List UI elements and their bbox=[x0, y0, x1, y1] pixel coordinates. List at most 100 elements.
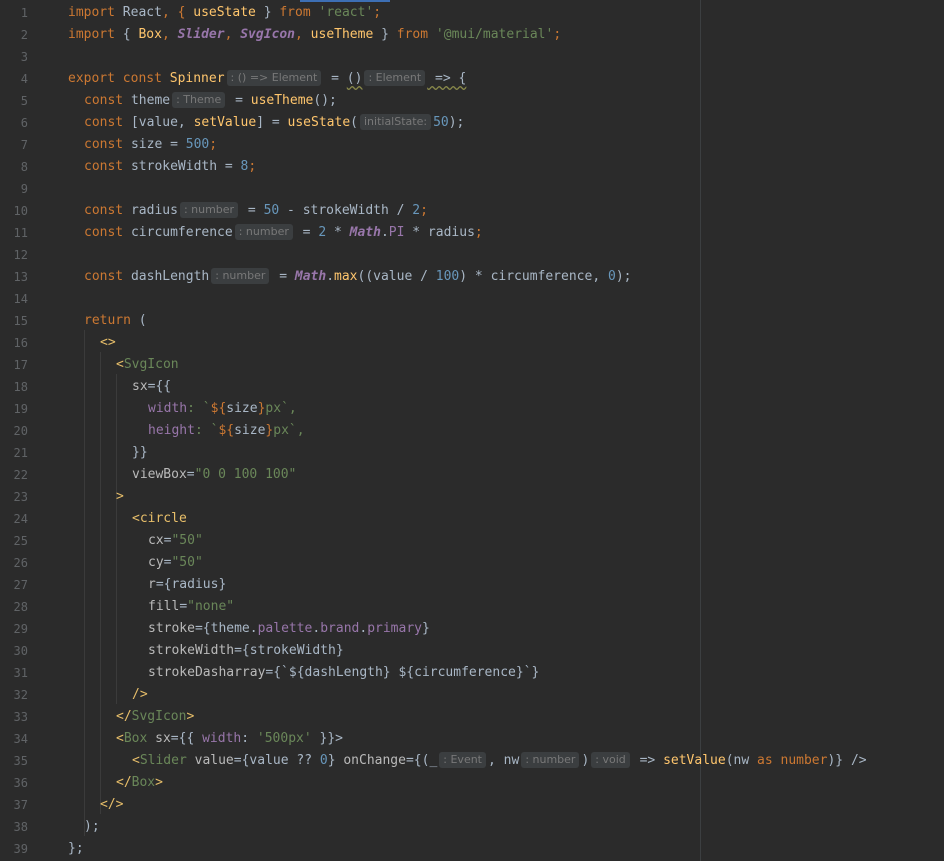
code-line-18[interactable]: sx={{ bbox=[132, 376, 171, 398]
code-line-8[interactable]: const strokeWidth = 8; bbox=[84, 156, 256, 178]
line-number[interactable]: 13 bbox=[0, 266, 28, 288]
token: strokeWidth / bbox=[302, 203, 413, 218]
code-line-11[interactable]: const circumference: number = 2 * Math.P… bbox=[84, 222, 483, 244]
line-number[interactable]: 10 bbox=[0, 200, 28, 222]
line-number[interactable]: 23 bbox=[0, 486, 28, 508]
line-number[interactable]: 39 bbox=[0, 838, 28, 860]
indent-guide bbox=[84, 330, 85, 836]
token: => { bbox=[427, 71, 467, 86]
code-line-26[interactable]: cy="50" bbox=[148, 552, 203, 574]
line-number[interactable]: 16 bbox=[0, 332, 28, 354]
line-number[interactable]: 33 bbox=[0, 706, 28, 728]
token: - bbox=[279, 203, 303, 218]
token: () bbox=[346, 71, 363, 86]
code-line-35[interactable]: <Slider value={value ?? 0} onChange={(_:… bbox=[132, 750, 867, 772]
code-editor[interactable]: 1 2 3 4 5 6 7 8 9 10 11 12 13 14 15 16 17 18 19 20 21 22 23 24 2… bbox=[0, 0, 944, 861]
line-number[interactable]: 37 bbox=[0, 794, 28, 816]
token: ) * circumference, bbox=[459, 269, 608, 284]
line-number[interactable]: 19 bbox=[0, 398, 28, 420]
code-line-5[interactable]: const theme: Theme = useTheme(); bbox=[84, 90, 337, 112]
code-line-24[interactable]: <circle bbox=[132, 508, 187, 530]
token: setValue bbox=[193, 115, 257, 130]
token: = bbox=[179, 599, 188, 614]
line-number[interactable]: 25 bbox=[0, 530, 28, 552]
code-line-39[interactable]: }; bbox=[68, 838, 84, 860]
line-number[interactable]: 28 bbox=[0, 596, 28, 618]
code-line-36[interactable]: </Box> bbox=[116, 772, 163, 794]
code-line-27[interactable]: r={radius} bbox=[148, 574, 226, 596]
code-line-19[interactable]: width: `${size}px`, bbox=[148, 398, 297, 420]
line-number[interactable]: 35 bbox=[0, 750, 28, 772]
code-line-37[interactable]: </> bbox=[100, 794, 123, 816]
line-number[interactable]: 3 bbox=[0, 46, 28, 68]
token: stroke bbox=[148, 621, 195, 636]
code-line-30[interactable]: strokeWidth={strokeWidth} bbox=[148, 640, 344, 662]
token: from bbox=[396, 27, 436, 42]
line-number[interactable]: 14 bbox=[0, 288, 28, 310]
token: px bbox=[273, 423, 289, 438]
code-line-23[interactable]: > bbox=[116, 486, 124, 508]
token: '500px' bbox=[256, 731, 312, 746]
line-number[interactable]: 27 bbox=[0, 574, 28, 596]
line-number[interactable]: 34 bbox=[0, 728, 28, 750]
code-line-22[interactable]: viewBox="0 0 100 100" bbox=[132, 464, 296, 486]
line-number[interactable]: 2 bbox=[0, 24, 28, 46]
token: ((value / bbox=[357, 269, 436, 284]
token: useState bbox=[287, 115, 351, 130]
code-line-38[interactable]: ); bbox=[84, 816, 100, 838]
line-number[interactable]: 24 bbox=[0, 508, 28, 530]
token: . bbox=[359, 621, 368, 636]
code-line-2[interactable]: import { Box, Slider, SvgIcon, useTheme … bbox=[68, 24, 561, 46]
token: ( bbox=[138, 313, 147, 328]
code-line-25[interactable]: cx="50" bbox=[148, 530, 203, 552]
line-number[interactable]: 1 bbox=[0, 2, 28, 24]
token: ={value ?? bbox=[233, 753, 320, 768]
line-number[interactable]: 20 bbox=[0, 420, 28, 442]
token: const bbox=[84, 159, 131, 174]
code-line-20[interactable]: height: `${size}px`, bbox=[148, 420, 305, 442]
code-line-15[interactable]: return ( bbox=[84, 310, 147, 332]
line-number[interactable]: 38 bbox=[0, 816, 28, 838]
token: Math bbox=[294, 269, 327, 284]
line-number[interactable]: 9 bbox=[0, 178, 28, 200]
line-number[interactable]: 8 bbox=[0, 156, 28, 178]
inlay-hint: : void bbox=[591, 752, 630, 768]
line-number[interactable]: 17 bbox=[0, 354, 28, 376]
line-number[interactable]: 26 bbox=[0, 552, 28, 574]
code-line-28[interactable]: fill="none" bbox=[148, 596, 234, 618]
line-number[interactable]: 18 bbox=[0, 376, 28, 398]
token: 'react' bbox=[318, 5, 374, 20]
code-line-6[interactable]: const [value, setValue] = useState(initi… bbox=[84, 112, 464, 134]
code-line-1[interactable]: import React, { useState } from 'react'; bbox=[68, 2, 381, 24]
code-line-16[interactable]: <> bbox=[100, 332, 116, 354]
line-number[interactable]: 11 bbox=[0, 222, 28, 244]
code-line-32[interactable]: /> bbox=[132, 684, 148, 706]
line-number[interactable]: 36 bbox=[0, 772, 28, 794]
line-number[interactable]: 31 bbox=[0, 662, 28, 684]
code-line-34[interactable]: <Box sx={{ width: '500px' }}> bbox=[116, 728, 343, 750]
line-number[interactable]: 21 bbox=[0, 442, 28, 464]
line-number[interactable]: 7 bbox=[0, 134, 28, 156]
token: from bbox=[279, 5, 319, 20]
token: size bbox=[234, 423, 266, 438]
line-number[interactable]: 32 bbox=[0, 684, 28, 706]
code-line-10[interactable]: const radius: number = 50 - strokeWidth … bbox=[84, 200, 428, 222]
code-line-21[interactable]: }} bbox=[132, 442, 148, 464]
line-number[interactable]: 12 bbox=[0, 244, 28, 266]
line-number[interactable]: 29 bbox=[0, 618, 28, 640]
code-line-13[interactable]: const dashLength: number = Math.max((val… bbox=[84, 266, 631, 288]
line-number[interactable]: 30 bbox=[0, 640, 28, 662]
code-line-29[interactable]: stroke={theme.palette.brand.primary} bbox=[148, 618, 430, 640]
line-number[interactable]: 4 bbox=[0, 68, 28, 90]
token: import bbox=[68, 27, 123, 42]
token: import bbox=[68, 5, 123, 20]
line-number[interactable]: 5 bbox=[0, 90, 28, 112]
code-line-17[interactable]: <SvgIcon bbox=[116, 354, 179, 376]
line-number[interactable]: 22 bbox=[0, 464, 28, 486]
code-line-31[interactable]: strokeDasharray={`${dashLength} ${circum… bbox=[148, 662, 539, 684]
code-line-33[interactable]: </SvgIcon> bbox=[116, 706, 194, 728]
line-number[interactable]: 6 bbox=[0, 112, 28, 134]
code-line-4[interactable]: export const Spinner: () => Element = ()… bbox=[68, 68, 466, 90]
line-number[interactable]: 15 bbox=[0, 310, 28, 332]
code-line-7[interactable]: const size = 500; bbox=[84, 134, 217, 156]
